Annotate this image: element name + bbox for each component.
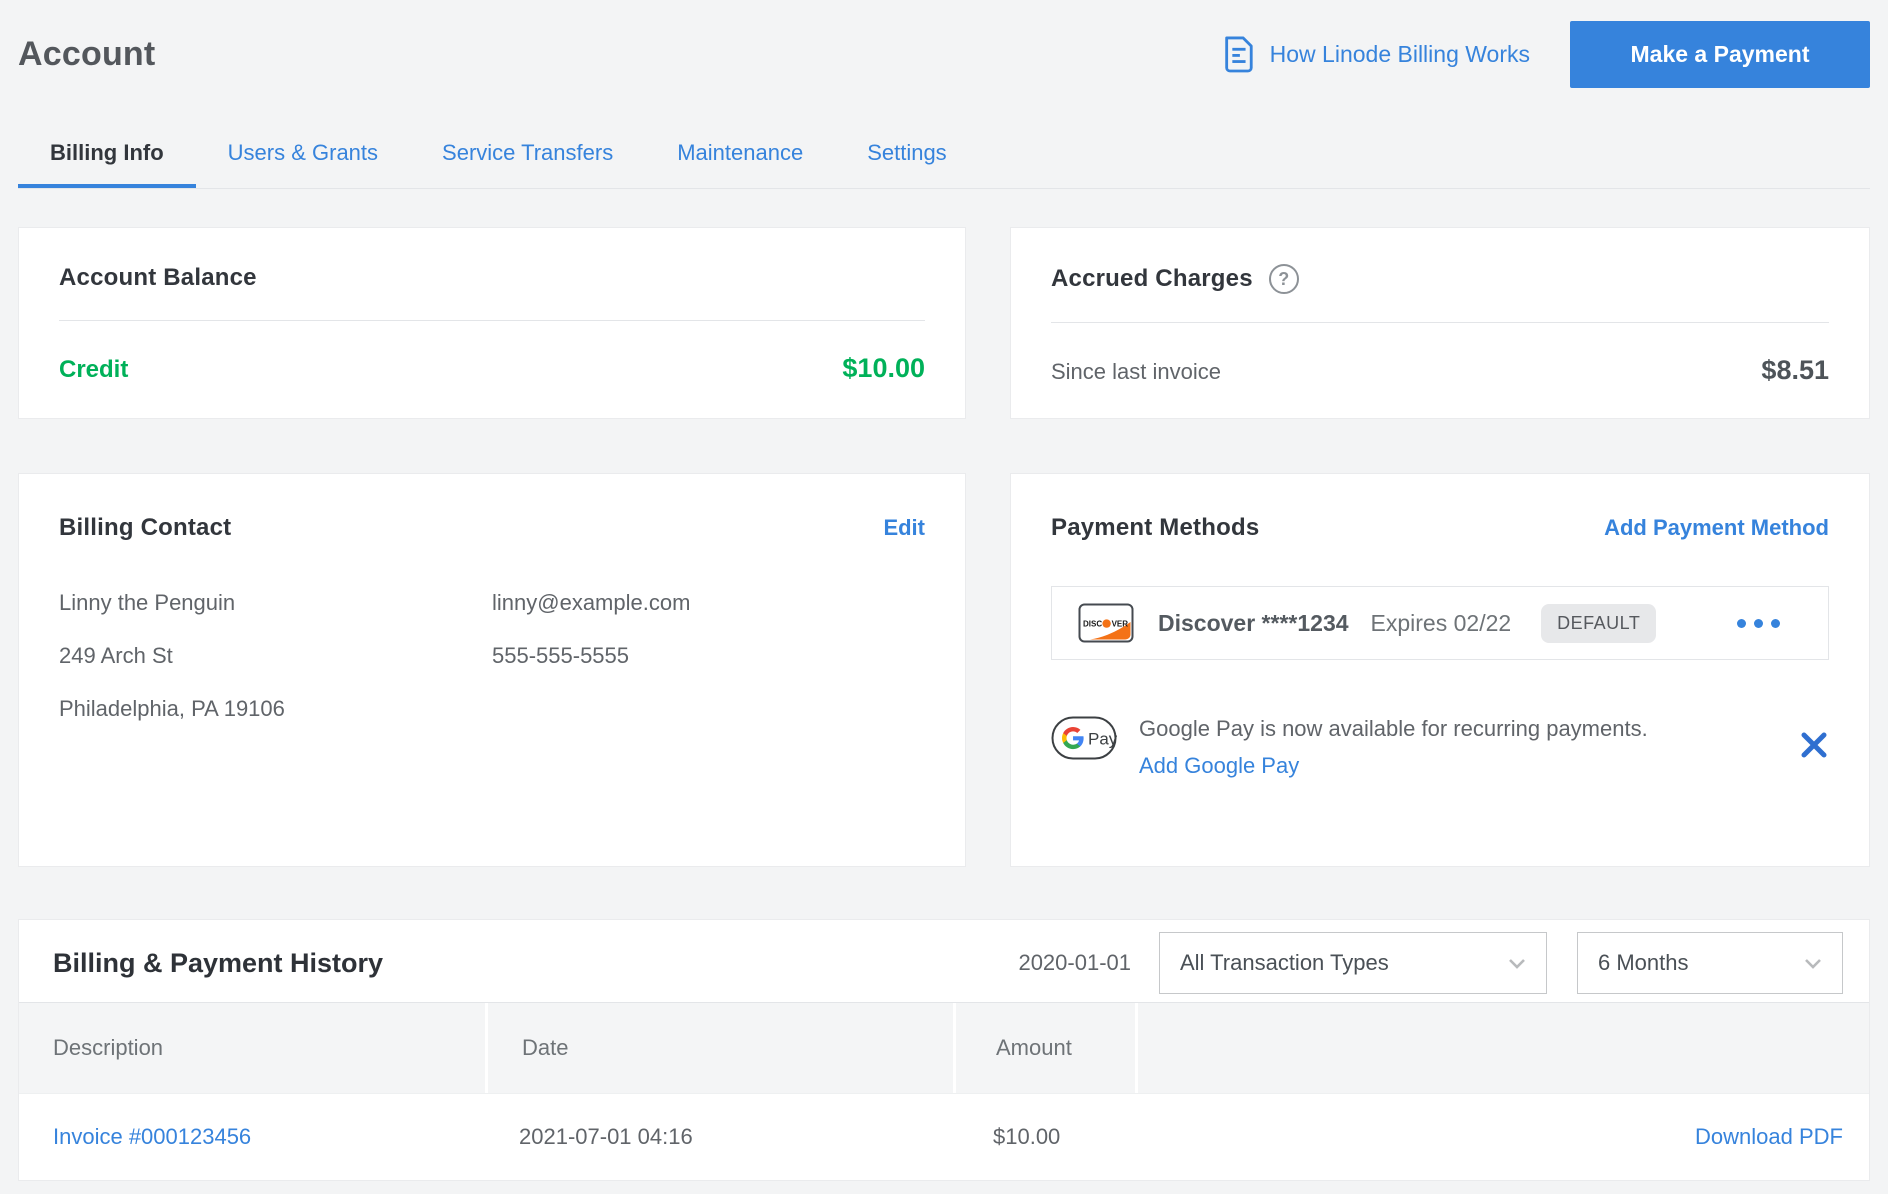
accrued-charges-card: Accrued Charges ? Since last invoice $8.…	[1010, 227, 1870, 419]
question-mark-icon[interactable]: ?	[1269, 264, 1299, 294]
contact-name: Linny the Penguin	[59, 590, 492, 616]
balance-amount: $10.00	[842, 353, 925, 384]
column-header-description: Description	[19, 1003, 485, 1093]
svg-text:Pay: Pay	[1088, 730, 1117, 749]
invoice-amount: $10.00	[953, 1094, 1135, 1180]
default-badge: DEFAULT	[1541, 604, 1656, 643]
tab-service-transfers[interactable]: Service Transfers	[410, 122, 645, 188]
google-pay-promo: Pay Google Pay is now available for recu…	[1051, 716, 1829, 779]
accrued-charges-title: Accrued Charges	[1051, 265, 1253, 293]
billing-contact-card: Billing Contact Edit Linny the Penguin 2…	[18, 473, 966, 867]
how-billing-works-label: How Linode Billing Works	[1270, 41, 1530, 68]
billing-contact-column: linny@example.com 555-555-5555	[492, 590, 925, 749]
billing-history-header: Billing & Payment History 2020-01-01 All…	[19, 920, 1869, 1002]
divider	[1051, 322, 1829, 323]
table-row: Invoice #000123456 2021-07-01 04:16 $10.…	[19, 1093, 1869, 1180]
payment-methods-card: Payment Methods Add Payment Method DISC …	[1010, 473, 1870, 867]
card-number-label: Discover ****1234	[1158, 610, 1349, 637]
account-page: Account How Linode Billing Works Make a …	[0, 0, 1888, 1181]
download-pdf-link[interactable]: Download PDF	[1695, 1124, 1843, 1149]
column-header-date: Date	[485, 1003, 953, 1093]
billing-contact-title: Billing Contact	[59, 514, 231, 542]
page-header: Account How Linode Billing Works Make a …	[18, 20, 1870, 88]
edit-billing-contact-link[interactable]: Edit	[883, 515, 925, 541]
history-start-date: 2020-01-01	[1018, 950, 1131, 976]
account-balance-card: Account Balance Credit $10.00	[18, 227, 966, 419]
make-a-payment-button[interactable]: Make a Payment	[1570, 21, 1870, 88]
transaction-type-value: All Transaction Types	[1180, 950, 1389, 976]
contact-email: linny@example.com	[492, 590, 925, 616]
column-header-actions	[1135, 1003, 1869, 1093]
add-google-pay-link[interactable]: Add Google Pay	[1139, 753, 1299, 779]
google-pay-icon: Pay	[1051, 716, 1117, 760]
invoice-link[interactable]: Invoice #000123456	[53, 1124, 251, 1149]
payment-methods-title: Payment Methods	[1051, 514, 1259, 542]
svg-text:DISC: DISC	[1083, 620, 1102, 629]
date-range-value: 6 Months	[1598, 950, 1689, 976]
transaction-type-select[interactable]: All Transaction Types	[1159, 932, 1547, 994]
accrued-charges-amount: $8.51	[1761, 355, 1829, 386]
billing-history-title: Billing & Payment History	[53, 948, 383, 979]
tab-maintenance[interactable]: Maintenance	[645, 122, 835, 188]
page-title: Account	[18, 35, 155, 74]
tab-billing-info[interactable]: Billing Info	[18, 122, 196, 188]
payment-method-row: DISC VER Discover ****1234 Expires 02/22…	[1051, 586, 1829, 660]
account-balance-title: Account Balance	[59, 264, 257, 292]
google-pay-message: Google Pay is now available for recurrin…	[1139, 716, 1648, 742]
balance-status-label: Credit	[59, 356, 128, 384]
how-billing-works-link[interactable]: How Linode Billing Works	[1221, 35, 1530, 73]
billing-history-section: Billing & Payment History 2020-01-01 All…	[18, 919, 1870, 1181]
close-icon[interactable]	[1799, 730, 1829, 763]
invoice-date: 2021-07-01 04:16	[485, 1094, 953, 1180]
contact-city: Philadelphia, PA 19106	[59, 696, 492, 722]
chevron-down-icon	[1804, 958, 1822, 969]
svg-text:VER: VER	[1112, 620, 1129, 629]
document-icon	[1221, 35, 1255, 73]
ellipsis-menu-icon[interactable]	[1729, 611, 1788, 636]
tab-users-grants[interactable]: Users & Grants	[196, 122, 410, 188]
tab-settings[interactable]: Settings	[835, 122, 979, 188]
contact-phone: 555-555-5555	[492, 643, 925, 669]
card-expiry-label: Expires 02/22	[1371, 610, 1512, 637]
add-payment-method-link[interactable]: Add Payment Method	[1604, 515, 1829, 541]
billing-address-column: Linny the Penguin 249 Arch St Philadelph…	[59, 590, 492, 749]
column-header-amount: Amount	[953, 1003, 1135, 1093]
discover-card-icon: DISC VER	[1078, 603, 1134, 643]
account-tabs: Billing Info Users & Grants Service Tran…	[18, 122, 1870, 189]
date-range-select[interactable]: 6 Months	[1577, 932, 1843, 994]
chevron-down-icon	[1508, 958, 1526, 969]
summary-cards: Account Balance Credit $10.00 Accrued Ch…	[18, 227, 1870, 867]
divider	[59, 320, 925, 321]
accrued-charges-label: Since last invoice	[1051, 359, 1221, 385]
contact-street: 249 Arch St	[59, 643, 492, 669]
history-table-header: Description Date Amount	[19, 1002, 1869, 1093]
